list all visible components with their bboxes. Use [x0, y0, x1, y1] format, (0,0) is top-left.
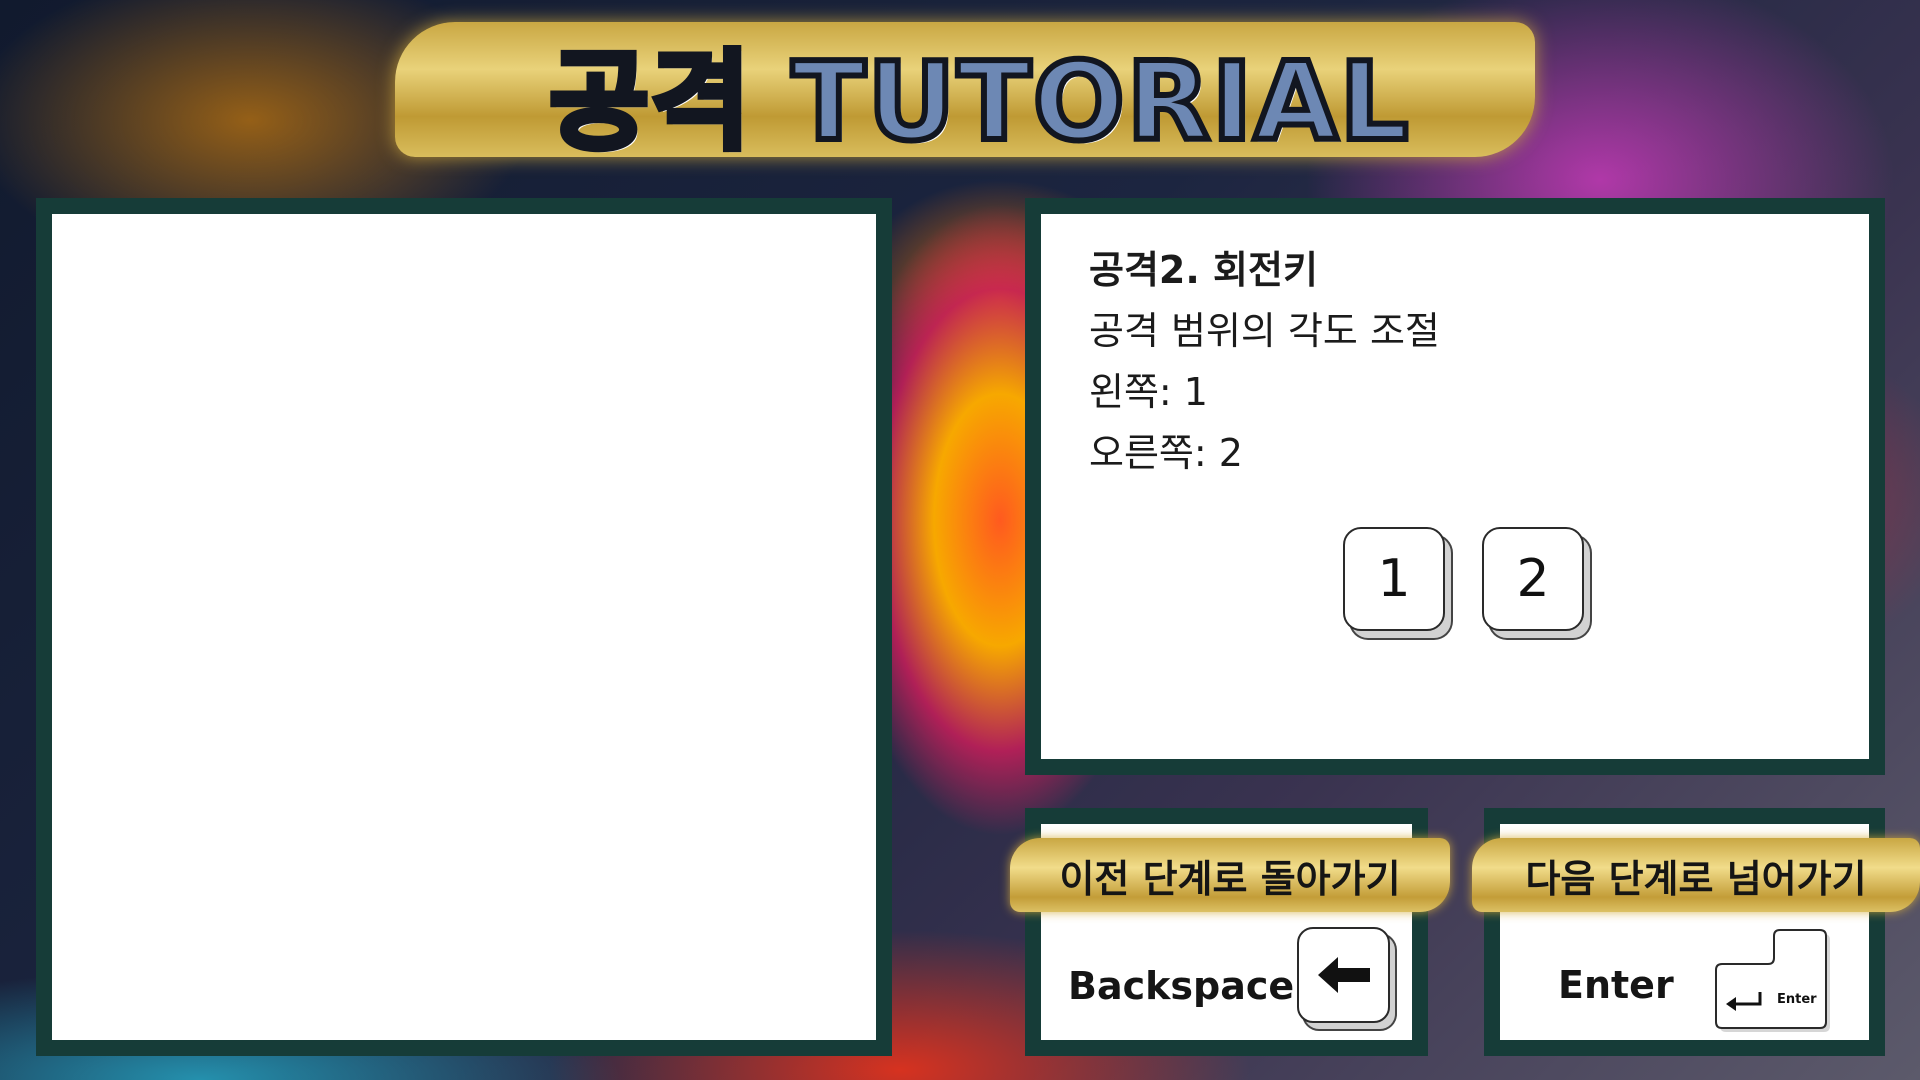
info-heading: 공격2. 회전키 [1089, 248, 1318, 292]
enter-keycap-label: Enter [1777, 992, 1817, 1007]
info-right-key: 오른쪽: 2 [1089, 431, 1243, 475]
info-left-key: 왼쪽: 1 [1089, 370, 1208, 414]
preview-panel [36, 198, 892, 1056]
key-2-icon: 2 [1482, 527, 1584, 631]
next-button[interactable]: 다음 단계로 넘어가기 [1472, 838, 1920, 912]
enter-key-name: Enter [1558, 963, 1674, 1007]
backspace-key-name: Backspace [1068, 964, 1295, 1008]
info-text-block: 공격2. 회전키 공격 범위의 각도 조절 왼쪽: 1 오른쪽: 2 [1089, 240, 1440, 484]
left-arrow-icon [1297, 927, 1390, 1023]
enter-return-icon [1715, 929, 1830, 1032]
info-description: 공격 범위의 각도 조절 [1089, 309, 1440, 353]
back-button[interactable]: 이전 단계로 돌아가기 [1010, 838, 1450, 912]
info-panel: 공격2. 회전키 공격 범위의 각도 조절 왼쪽: 1 오른쪽: 2 1 2 [1025, 198, 1885, 775]
key-1-icon: 1 [1343, 527, 1445, 631]
left-arrow-icon-glyph [1317, 957, 1370, 993]
page-title: 공격 TUTORIAL [547, 37, 1412, 168]
